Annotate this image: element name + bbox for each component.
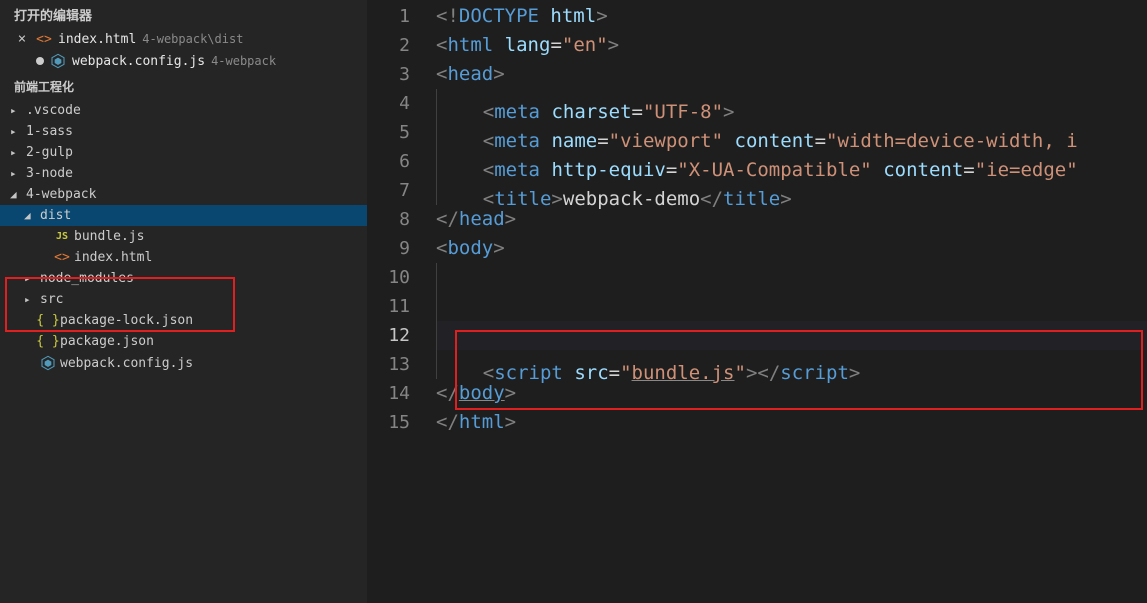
code-area[interactable]: <!DOCTYPE html><html lang="en"><head> <m…: [436, 0, 1147, 603]
open-editor-item[interactable]: × <> index.html 4-webpack\dist: [0, 28, 367, 50]
tree-folder[interactable]: ◢ dist: [0, 205, 367, 226]
chevron-right-icon: ▸: [10, 104, 22, 117]
tree-folder[interactable]: ▸ node_modules: [0, 268, 367, 289]
line-number: 15: [368, 408, 436, 437]
workspace-title[interactable]: 前端工程化: [0, 72, 367, 100]
webpack-icon: [40, 355, 56, 371]
tree-item-label: package.json: [60, 334, 154, 349]
open-editors-header[interactable]: 打开的编辑器: [0, 0, 367, 28]
tree-item-label: 2-gulp: [26, 145, 73, 160]
code-line[interactable]: <head>: [436, 60, 1147, 89]
open-editor-path: 4-webpack: [211, 54, 276, 68]
line-number-gutter: 123456789101112131415: [368, 0, 436, 603]
line-number: 1: [368, 2, 436, 31]
close-icon[interactable]: ×: [14, 31, 30, 47]
tree-item-label: node_modules: [40, 271, 134, 286]
chevron-down-icon: ◢: [10, 188, 22, 201]
tree-item-label: package-lock.json: [60, 313, 193, 328]
tree-folder[interactable]: ▸ .vscode: [0, 100, 367, 121]
json-icon: { }: [40, 334, 56, 349]
tree-item-label: bundle.js: [74, 229, 144, 244]
code-line[interactable]: </html>: [436, 408, 1147, 437]
line-number: 10: [368, 263, 436, 292]
chevron-right-icon: ▸: [10, 167, 22, 180]
code-line[interactable]: <meta name="viewport" content="width=dev…: [436, 118, 1147, 147]
tree-folder[interactable]: ▸ 1-sass: [0, 121, 367, 142]
chevron-right-icon: ▸: [24, 272, 36, 285]
tree-folder[interactable]: ▸ 2-gulp: [0, 142, 367, 163]
line-number: 8: [368, 205, 436, 234]
code-line[interactable]: <script src="bundle.js"></script>: [436, 350, 1147, 379]
line-number: 3: [368, 60, 436, 89]
open-editor-path: 4-webpack\dist: [142, 32, 243, 46]
code-line[interactable]: <meta http-equiv="X-UA-Compatible" conte…: [436, 147, 1147, 176]
chevron-right-icon: ▸: [10, 146, 22, 159]
code-line[interactable]: [436, 263, 1147, 292]
line-number: 5: [368, 118, 436, 147]
chevron-right-icon: ▸: [24, 293, 36, 306]
sidebar: 打开的编辑器 × <> index.html 4-webpack\dist webpa…: [0, 0, 368, 603]
code-editor[interactable]: 123456789101112131415 <!DOCTYPE html><ht…: [368, 0, 1147, 603]
js-icon: JS: [54, 231, 70, 242]
line-number: 11: [368, 292, 436, 321]
tree-file[interactable]: <> index.html: [0, 247, 367, 268]
modified-dot-icon: [36, 57, 44, 65]
file-explorer-tree: ▸.vscode▸1-sass▸2-gulp▸3-node◢4-webpack◢…: [0, 100, 367, 603]
html-icon: <>: [54, 250, 70, 265]
tree-folder[interactable]: ◢ 4-webpack: [0, 184, 367, 205]
line-number: 6: [368, 147, 436, 176]
chevron-down-icon: ◢: [24, 209, 36, 222]
tree-file[interactable]: webpack.config.js: [0, 352, 367, 374]
tree-file[interactable]: { } package.json: [0, 331, 367, 352]
open-editor-name: index.html: [58, 32, 136, 47]
tree-item-label: 1-sass: [26, 124, 73, 139]
code-line[interactable]: [436, 292, 1147, 321]
html-icon: <>: [36, 32, 52, 47]
tree-item-label: 3-node: [26, 166, 73, 181]
open-editors-list: × <> index.html 4-webpack\dist webpack.conf…: [0, 28, 367, 72]
chevron-right-icon: ▸: [10, 125, 22, 138]
tree-folder[interactable]: ▸ 3-node: [0, 163, 367, 184]
tree-item-label: 4-webpack: [26, 187, 96, 202]
line-number: 7: [368, 176, 436, 205]
line-number: 9: [368, 234, 436, 263]
tree-file[interactable]: JS bundle.js: [0, 226, 367, 247]
tree-item-label: .vscode: [26, 103, 81, 118]
tree-file[interactable]: { } package-lock.json: [0, 310, 367, 331]
line-number: 12: [368, 321, 436, 350]
line-number: 13: [368, 350, 436, 379]
tree-folder[interactable]: ▸ src: [0, 289, 367, 310]
code-line[interactable]: <body>: [436, 234, 1147, 263]
line-number: 2: [368, 31, 436, 60]
code-line[interactable]: <html lang="en">: [436, 31, 1147, 60]
tree-item-label: webpack.config.js: [60, 356, 193, 371]
tree-item-label: dist: [40, 208, 71, 223]
tree-item-label: src: [40, 292, 63, 307]
code-line[interactable]: <meta charset="UTF-8">: [436, 89, 1147, 118]
webpack-icon: [50, 53, 66, 69]
tree-item-label: index.html: [74, 250, 152, 265]
json-icon: { }: [40, 313, 56, 328]
code-line[interactable]: <!DOCTYPE html>: [436, 2, 1147, 31]
code-line[interactable]: [436, 321, 1147, 350]
open-editor-name: webpack.config.js: [72, 54, 205, 69]
open-editor-item[interactable]: webpack.config.js 4-webpack: [0, 50, 367, 72]
line-number: 4: [368, 89, 436, 118]
line-number: 14: [368, 379, 436, 408]
